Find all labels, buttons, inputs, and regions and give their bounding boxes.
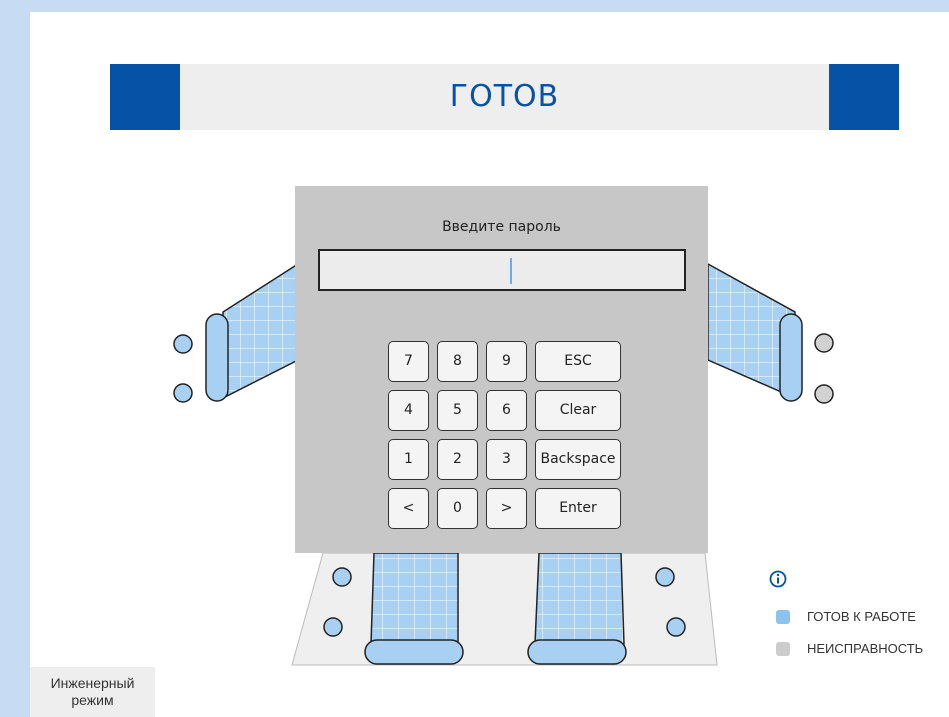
right-side-panel: [707, 262, 803, 402]
text-caret: [510, 258, 512, 284]
esc-button[interactable]: ESC: [535, 341, 621, 382]
password-label: Введите пароль: [442, 219, 561, 235]
legend-ready-swatch: [776, 610, 790, 624]
engineer-mode-line2: режим: [71, 692, 114, 708]
key-right[interactable]: >: [486, 488, 527, 529]
indicator-base-left-bottom: [323, 617, 343, 637]
info-icon[interactable]: [769, 570, 787, 588]
app-window: ГОТОВ Введите пароль 7 8 9 ESC 4 5 6 Cle…: [30, 12, 949, 717]
key-left[interactable]: <: [388, 488, 429, 529]
key-3[interactable]: 3: [486, 439, 527, 480]
password-dialog: Введите пароль 7 8 9 ESC 4 5 6 Clear 1 2…: [295, 186, 708, 553]
indicator-base-right-top: [655, 567, 675, 587]
engineer-mode-button[interactable]: Инженерный режим: [30, 667, 155, 717]
indicator-right-bottom: [814, 384, 834, 404]
indicator-right-top: [814, 333, 834, 353]
backspace-button[interactable]: Backspace: [535, 439, 621, 480]
legend-ready-label: ГОТОВ К РАБОТЕ: [807, 609, 916, 624]
clear-button[interactable]: Clear: [535, 390, 621, 431]
legend-fault-swatch: [776, 642, 790, 656]
base-platform: [291, 552, 718, 666]
enter-button[interactable]: Enter: [535, 488, 621, 529]
engineer-mode-line1: Инженерный: [50, 675, 135, 691]
indicator-base-right-bottom: [666, 617, 686, 637]
key-7[interactable]: 7: [388, 341, 429, 382]
bottom-pad-left: [364, 552, 464, 665]
key-8[interactable]: 8: [437, 341, 478, 382]
legend-fault-label: НЕИСПРАВНОСТЬ: [807, 641, 924, 656]
key-4[interactable]: 4: [388, 390, 429, 431]
key-5[interactable]: 5: [437, 390, 478, 431]
bottom-pad-right: [527, 552, 627, 665]
key-1[interactable]: 1: [388, 439, 429, 480]
left-side-panel: [205, 262, 299, 402]
key-0[interactable]: 0: [437, 488, 478, 529]
password-input[interactable]: [318, 249, 686, 291]
indicator-left-bottom: [173, 383, 193, 403]
indicator-base-left-top: [332, 567, 352, 587]
key-6[interactable]: 6: [486, 390, 527, 431]
indicator-left-top: [173, 334, 193, 354]
key-9[interactable]: 9: [486, 341, 527, 382]
key-2[interactable]: 2: [437, 439, 478, 480]
